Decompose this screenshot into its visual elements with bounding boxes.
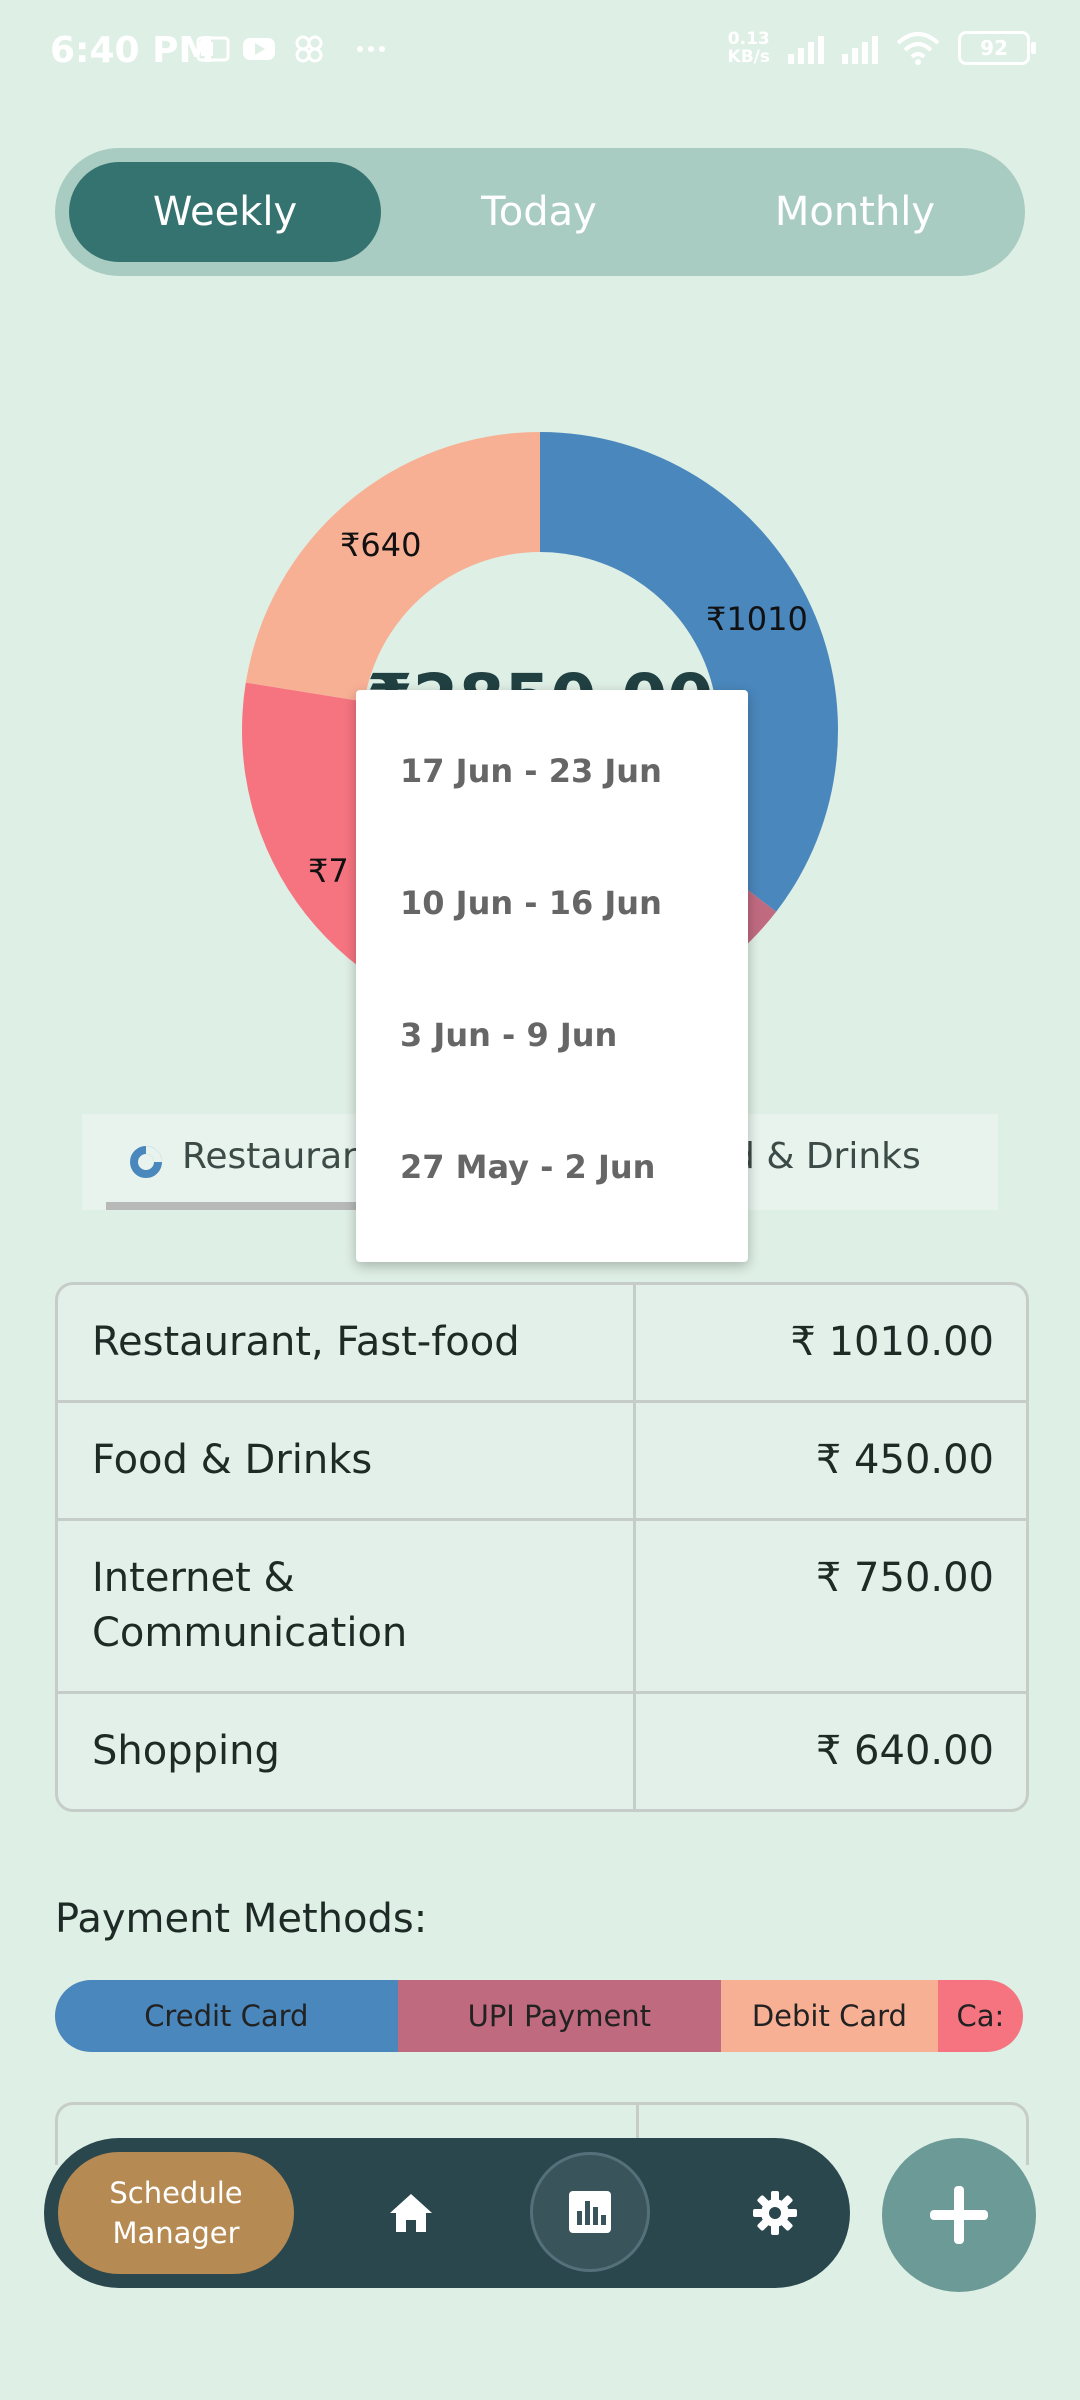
- net-speed: 0.13 KB/s: [727, 29, 770, 67]
- category-amount: ₹ 640.00: [815, 1728, 994, 1774]
- payment-debit-card: Debit Card: [720, 1980, 938, 2052]
- add-expense-button[interactable]: [882, 2138, 1036, 2292]
- donut-chart-icon: [130, 1146, 162, 1178]
- category-name: Shopping: [58, 1694, 636, 1809]
- slice-label-shopping: ₹640: [340, 526, 422, 564]
- table-row[interactable]: Food & Drinks ₹ 450.00: [58, 1403, 1026, 1521]
- category-amount: ₹ 750.00: [815, 1555, 994, 1601]
- tab-monthly[interactable]: Monthly: [697, 162, 1013, 262]
- dropdown-item-week[interactable]: 3 Jun - 9 Jun: [400, 1016, 617, 1054]
- bottom-nav: Schedule Manager: [44, 2138, 850, 2288]
- dropdown-item-week[interactable]: 17 Jun - 23 Jun: [400, 752, 662, 790]
- payment-methods-bar: Credit Card UPI Payment Debit Card Ca:: [55, 1980, 1023, 2052]
- wifi-icon: [896, 32, 940, 65]
- more-dots-icon: [357, 46, 385, 52]
- bar-chart-icon: [569, 2191, 611, 2233]
- table-row[interactable]: Restaurant, Fast-food ₹ 1010.00: [58, 1285, 1026, 1403]
- table-row[interactable]: Internet & Communication ₹ 750.00: [58, 1521, 1026, 1694]
- payment-upi: UPI Payment: [397, 1980, 721, 2052]
- payment-credit-card: Credit Card: [55, 1980, 398, 2052]
- category-name: Food & Drinks: [58, 1403, 636, 1518]
- dropdown-item-week[interactable]: 27 May - 2 Jun: [400, 1148, 655, 1186]
- youtube-icon: [243, 38, 275, 60]
- stats-button[interactable]: [530, 2152, 650, 2272]
- slice-label-internet: ₹7: [308, 852, 349, 890]
- battery-icon: 92: [958, 31, 1036, 65]
- status-time: 6:40 PM: [50, 30, 215, 71]
- dropdown-item-week[interactable]: 10 Jun - 16 Jun: [400, 884, 662, 922]
- payment-methods-title: Payment Methods:: [55, 1896, 428, 1942]
- category-name: Internet & Communication: [58, 1521, 636, 1691]
- table-row[interactable]: Shopping ₹ 640.00: [58, 1694, 1026, 1809]
- slice-label-restaurant: ₹1010: [706, 600, 808, 638]
- tab-weekly[interactable]: Weekly: [69, 162, 381, 262]
- category-amount: ₹ 450.00: [815, 1437, 994, 1483]
- status-bar: 6:40 PM 0.13 KB/s 92: [0, 0, 1080, 110]
- signal-icon: [788, 32, 824, 64]
- expense-table: Restaurant, Fast-food ₹ 1010.00 Food & D…: [55, 1282, 1029, 1812]
- payment-cash: Ca:: [937, 1980, 1023, 2052]
- pinwheel-icon: [295, 35, 323, 63]
- schedule-manager-button[interactable]: Schedule Manager: [58, 2152, 294, 2274]
- outlook-icon: [196, 36, 230, 62]
- week-range-dropdown: 17 Jun - 23 Jun 10 Jun - 16 Jun 3 Jun - …: [356, 690, 748, 1262]
- home-icon[interactable]: [386, 2188, 436, 2238]
- category-name: Restaurant, Fast-food: [58, 1285, 636, 1400]
- settings-gear-icon[interactable]: [750, 2188, 800, 2238]
- plus-icon: [930, 2186, 988, 2244]
- tab-today[interactable]: Today: [381, 162, 697, 262]
- period-selector: Weekly Today Monthly: [55, 148, 1025, 276]
- category-amount: ₹ 1010.00: [790, 1319, 994, 1365]
- signal-2-icon: [842, 32, 878, 64]
- tab-restaurant[interactable]: Restaurar: [182, 1136, 357, 1177]
